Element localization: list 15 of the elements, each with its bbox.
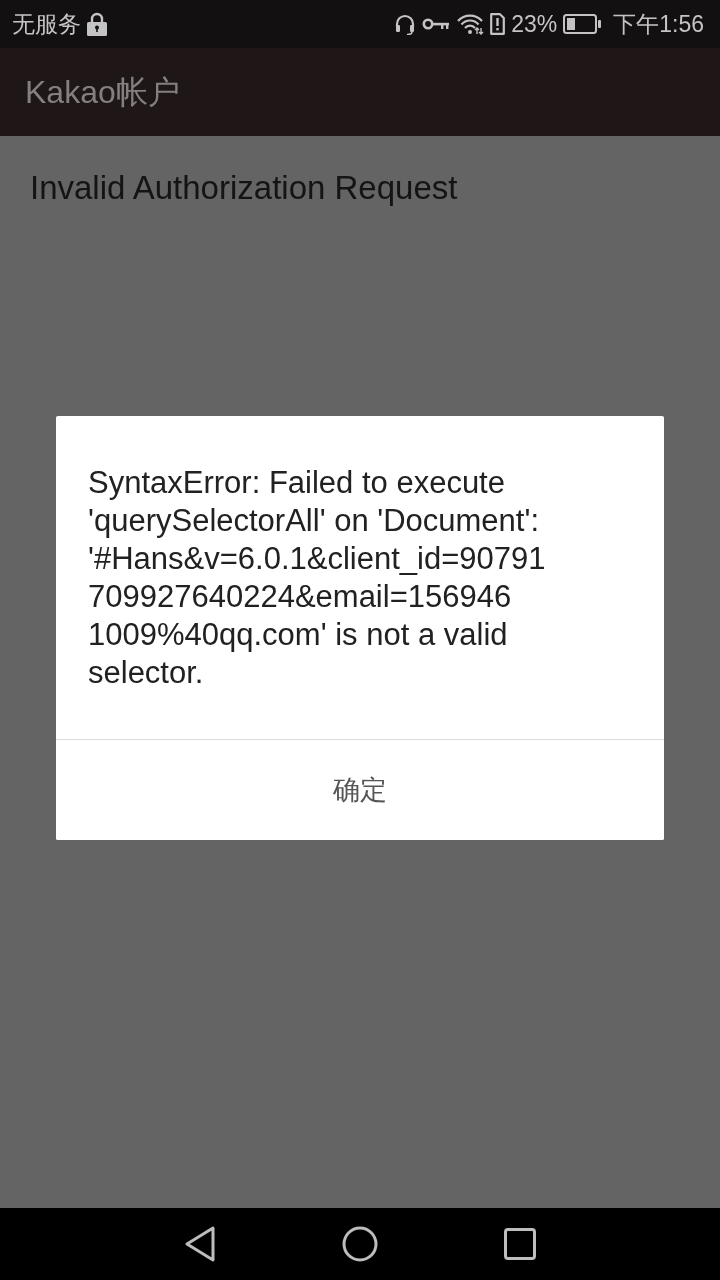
sim-alert-icon — [490, 13, 506, 35]
page-message: Invalid Authorization Request — [30, 168, 459, 208]
lock-icon — [85, 12, 109, 36]
carrier-text: 无服务 — [12, 10, 81, 38]
key-icon — [422, 17, 451, 31]
wifi-icon — [456, 13, 485, 35]
app-bar-title: Kakao帐户 — [25, 73, 180, 112]
clock-text: 下午1:56 — [613, 10, 704, 38]
back-icon[interactable] — [184, 1226, 216, 1262]
recents-icon[interactable] — [504, 1228, 536, 1260]
dialog-message: SyntaxError: Failed to execute 'querySelectorAll' on 'Document': '#Hans&v=6.0.1&client_id=90791 709927640224&email=156946 1009%40qq.com' is not a valid selector. — [87, 464, 547, 692]
headset-icon — [394, 13, 417, 35]
home-icon[interactable] — [342, 1226, 378, 1262]
battery-icon — [563, 14, 602, 34]
battery-percent: 23% — [511, 10, 558, 38]
